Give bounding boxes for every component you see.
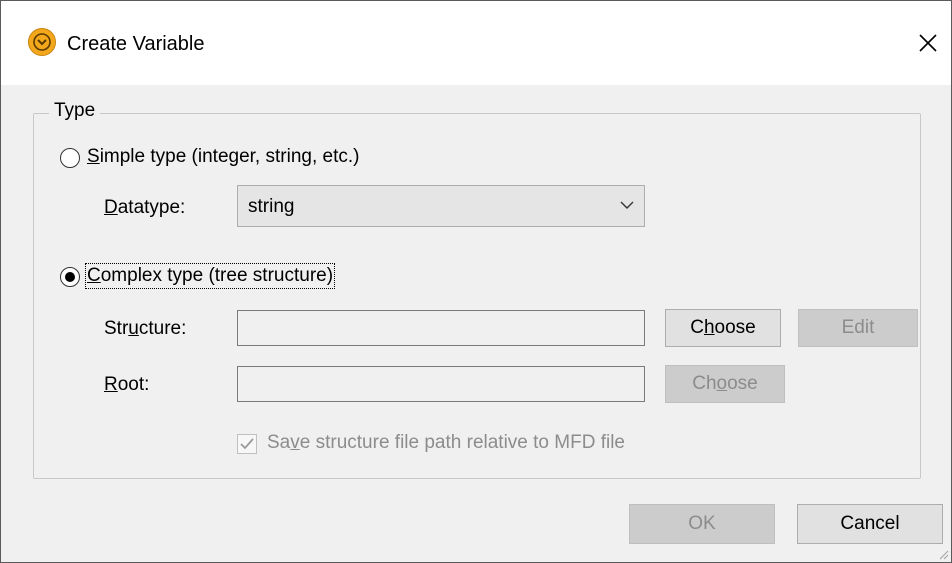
relative-path-accesskey: v	[290, 432, 300, 453]
ok-button[interactable]: OK	[629, 504, 775, 544]
root-field[interactable]	[237, 366, 645, 402]
window-title: Create Variable	[67, 33, 205, 55]
datatype-label-accesskey: D	[104, 197, 118, 218]
complex-type-label-rest: omplex type (tree structure)	[100, 265, 334, 286]
complex-type-label[interactable]: Complex type (tree structure)	[84, 263, 336, 289]
relative-path-checkbox[interactable]	[237, 434, 257, 454]
title-bar: Create Variable	[1, 1, 951, 85]
simple-type-radio[interactable]	[60, 148, 80, 168]
app-icon	[28, 28, 56, 56]
relative-path-part2: e structure file path relative to MFD fi…	[299, 432, 625, 453]
relative-path-part1: Sa	[267, 432, 291, 453]
relative-path-label[interactable]: Save structure file path relative to MFD…	[267, 432, 625, 454]
cancel-button[interactable]: Cancel	[797, 504, 943, 544]
close-icon	[919, 34, 937, 52]
root-choose-part1: Ch	[692, 373, 717, 394]
structure-field[interactable]	[237, 310, 645, 346]
structure-edit-button[interactable]: Edit	[798, 309, 918, 347]
root-label-rest: oot:	[117, 374, 150, 395]
root-choose-button[interactable]: Ch o ose	[665, 365, 785, 403]
datatype-value: string	[248, 196, 295, 217]
structure-label-part2: cture:	[138, 318, 187, 339]
create-variable-dialog: Create Variable Type Simple type (intege…	[0, 0, 952, 563]
root-label-accesskey: R	[104, 374, 118, 395]
complex-type-radio[interactable]	[60, 267, 80, 287]
root-choose-accesskey: o	[716, 373, 728, 394]
root-label: Root:	[104, 374, 149, 396]
structure-choose-accesskey: h	[703, 317, 715, 338]
structure-label: Structure:	[104, 318, 186, 340]
resize-grip-icon[interactable]	[937, 548, 949, 560]
structure-choose-part2: oose	[714, 317, 756, 338]
simple-type-label-accesskey: S	[87, 146, 100, 167]
structure-label-part1: Str	[104, 318, 129, 339]
datatype-select[interactable]: string	[237, 185, 645, 227]
close-button[interactable]	[906, 21, 950, 65]
structure-choose-part1: C	[690, 317, 704, 338]
checkmark-icon	[240, 438, 254, 450]
structure-label-accesskey: u	[128, 318, 139, 339]
complex-type-label-accesskey: C	[87, 265, 101, 286]
simple-type-label[interactable]: Simple type (integer, string, etc.)	[87, 146, 359, 168]
radio-selected-dot	[65, 272, 75, 282]
root-choose-part2: ose	[727, 373, 758, 394]
structure-choose-button[interactable]: Ch oose	[665, 309, 781, 347]
chevron-down-icon	[620, 201, 634, 209]
simple-type-label-rest: imple type (integer, string, etc.)	[99, 146, 360, 167]
type-group-label: Type	[49, 100, 101, 122]
datatype-label-rest: atatype:	[117, 197, 186, 218]
datatype-label: Datatype:	[104, 197, 185, 219]
